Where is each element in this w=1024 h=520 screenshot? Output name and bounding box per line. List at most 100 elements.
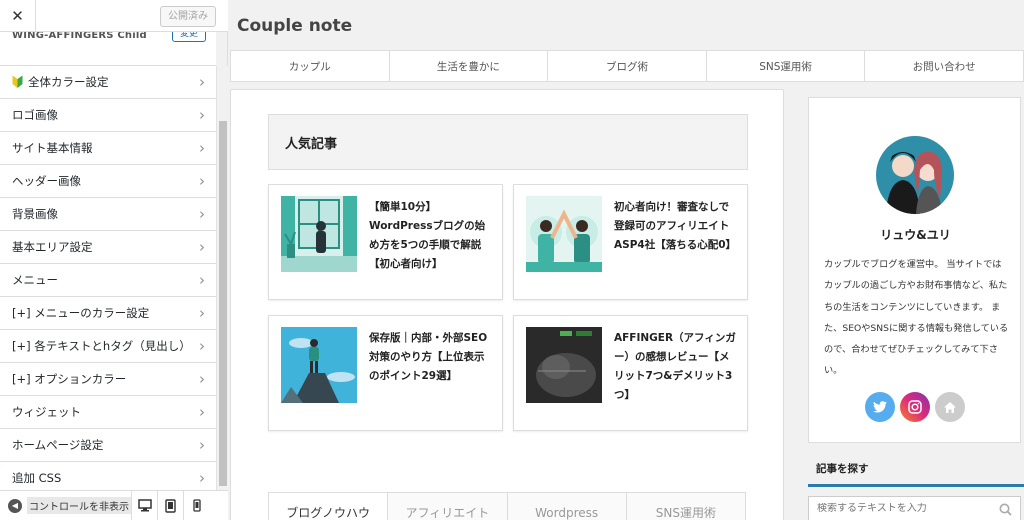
theme-name: WING-AFFINGERS Child [12, 32, 147, 41]
global-nav: カップル 生活を豊かに ブログ術 SNS運用術 お問い合わせ [230, 50, 1024, 82]
tab-wordpress[interactable]: Wordpress [507, 493, 627, 520]
panel-label: ヘッダー画像 [12, 174, 81, 188]
nav-item-contact[interactable]: お問い合わせ [865, 51, 1024, 81]
category-tabs: ブログノウハウ アフィリエイト Wordpress SNS運用術 [268, 492, 746, 520]
panel-label: [+] メニューのカラー設定 [12, 306, 150, 320]
active-theme-section: WING-AFFINGERS Child 変更 [0, 32, 216, 66]
post-title[interactable]: 初心者向け！審査なしで登録可のアフィリエイトASP4社【落ちる心配0】 [614, 198, 739, 255]
panel-label: [+] オプションカラー [12, 372, 127, 386]
chevron-right-icon: › [199, 73, 205, 91]
nav-item-lifestyle[interactable]: 生活を豊かに [390, 51, 549, 81]
nav-item-blogging[interactable]: ブログ術 [548, 51, 707, 81]
tab-sns[interactable]: SNS運用術 [626, 493, 745, 520]
popular-posts-header: 人気記事 [268, 114, 748, 170]
search-widget-title: 記事を探す [816, 463, 869, 475]
panel-widgets[interactable]: ウィジェット › [0, 396, 216, 429]
panel-site-identity[interactable]: サイト基本情報 › [0, 132, 216, 165]
customizer-panel-list: 全体カラー設定 › ロゴ画像 › サイト基本情報 › ヘッダー画像 › 背景画像 › 基… [0, 66, 216, 495]
publish-button[interactable]: 公開済み [160, 6, 216, 27]
tablet-icon [165, 498, 176, 513]
collapse-sidebar-icon[interactable]: ◀ [8, 498, 22, 513]
collapse-sidebar-button[interactable]: コントロールを非表示 [27, 497, 131, 514]
panel-global-colors[interactable]: 全体カラー設定 › [0, 66, 216, 99]
scrollbar-thumb[interactable] [219, 121, 227, 486]
panel-option-colors[interactable]: [+] オプションカラー › [0, 363, 216, 396]
main-content: 人気記事 【簡単10分】WordPressブログの始め方を5つの手順で解説【初心… [230, 89, 784, 520]
chevron-right-icon: › [199, 238, 205, 256]
panel-homepage-settings[interactable]: ホームページ設定 › [0, 429, 216, 462]
popular-posts-title: 人気記事 [285, 137, 338, 152]
customizer-footer: ◀ コントロールを非表示 [0, 490, 228, 520]
panel-menu-colors[interactable]: [+] メニューのカラー設定 › [0, 297, 216, 330]
chevron-right-icon: › [199, 469, 205, 487]
instagram-link[interactable] [900, 392, 930, 422]
panel-label: 追加 CSS [12, 471, 62, 485]
chevron-right-icon: › [199, 370, 205, 388]
chevron-right-icon: › [199, 304, 205, 322]
instagram-icon [908, 400, 922, 414]
close-icon: ✕ [11, 7, 24, 25]
chevron-right-icon: › [199, 205, 205, 223]
nav-item-sns[interactable]: SNS運用術 [707, 51, 866, 81]
panel-label: 背景画像 [12, 207, 58, 221]
chevron-right-icon: › [199, 106, 205, 124]
post-card[interactable]: 保存版｜内部・外部SEO対策のやり方【上位表示のポイント29選】 [268, 315, 503, 431]
change-theme-button[interactable]: 変更 [171, 32, 206, 42]
mobile-preview-button[interactable] [183, 490, 209, 520]
sidebar-scrollbar[interactable] [216, 66, 228, 490]
high-five-illustration [526, 196, 602, 272]
home-icon [944, 401, 956, 413]
panel-label: 基本エリア設定 [12, 240, 93, 254]
mobile-icon [192, 499, 201, 512]
post-card[interactable]: AFFINGER（アフィンガー）の感想レビュー【メリット7つ&デメリット3つ】 [513, 315, 748, 431]
site-header: Couple note [228, 0, 1024, 50]
panel-label: [+] 各テキストとhタグ（見出し） [12, 339, 188, 353]
chevron-right-icon: › [199, 403, 205, 421]
panel-label: 全体カラー設定 [28, 75, 109, 89]
profile-widget: リュウ&ユリ カップルでブログを運営中。 当サイトではカップルの過ごし方やお財布… [808, 97, 1021, 443]
tablet-preview-button[interactable] [157, 490, 183, 520]
search-icon[interactable] [999, 503, 1012, 516]
panel-header-image[interactable]: ヘッダー画像 › [0, 165, 216, 198]
customizer-header: ✕ 公開済み [0, 0, 228, 32]
panel-label: ウィジェット [12, 405, 81, 419]
panel-basic-area[interactable]: 基本エリア設定 › [0, 231, 216, 264]
chevron-right-icon: › [199, 139, 205, 157]
beginner-leaf-icon [12, 75, 23, 88]
panel-label: サイト基本情報 [12, 141, 93, 155]
post-card[interactable]: 初心者向け！審査なしで登録可のアフィリエイトASP4社【落ちる心配0】 [513, 184, 748, 300]
chevron-right-icon: › [199, 172, 205, 190]
panel-label: ロゴ画像 [12, 108, 58, 122]
home-link[interactable] [935, 392, 965, 422]
close-customizer-button[interactable]: ✕ [0, 0, 36, 32]
panel-label: メニュー [12, 273, 58, 287]
twitter-link[interactable] [865, 392, 895, 422]
profile-bio: カップルでブログを運営中。 当サイトではカップルの過ごし方やお財布事情など、私た… [824, 259, 1009, 377]
profile-name: リュウ&ユリ [880, 228, 951, 242]
panel-logo-image[interactable]: ロゴ画像 › [0, 99, 216, 132]
twitter-icon [873, 401, 887, 413]
tab-blog-knowhow[interactable]: ブログノウハウ [269, 493, 389, 520]
search-input[interactable] [817, 503, 987, 514]
panel-text-headings[interactable]: [+] 各テキストとhタグ（見出し） › [0, 330, 216, 363]
panel-background-image[interactable]: 背景画像 › [0, 198, 216, 231]
chevron-right-icon: › [199, 436, 205, 454]
site-title[interactable]: Couple note [237, 16, 352, 36]
dark-photo-thumbnail [526, 327, 602, 403]
post-card[interactable]: 【簡単10分】WordPressブログの始め方を5つの手順で解説【初心者向け】 [268, 184, 503, 300]
window-plant-illustration [281, 196, 357, 272]
chevron-right-icon: › [199, 271, 205, 289]
search-widget [808, 496, 1021, 520]
desktop-icon [137, 499, 152, 512]
avatar [876, 136, 954, 214]
chevron-right-icon: › [199, 337, 205, 355]
nav-item-couple[interactable]: カップル [230, 51, 390, 81]
post-title[interactable]: 【簡単10分】WordPressブログの始め方を5つの手順で解説【初心者向け】 [369, 198, 494, 274]
customizer-sidebar: ✕ 公開済み WING-AFFINGERS Child 変更 全体カラー設定 ›… [0, 0, 228, 520]
mountain-summit-illustration [281, 327, 357, 403]
post-title[interactable]: AFFINGER（アフィンガー）の感想レビュー【メリット7つ&デメリット3つ】 [614, 329, 739, 405]
post-title[interactable]: 保存版｜内部・外部SEO対策のやり方【上位表示のポイント29選】 [369, 329, 494, 386]
desktop-preview-button[interactable] [131, 490, 157, 520]
tab-affiliate[interactable]: アフィリエイト [388, 493, 508, 520]
panel-menus[interactable]: メニュー › [0, 264, 216, 297]
